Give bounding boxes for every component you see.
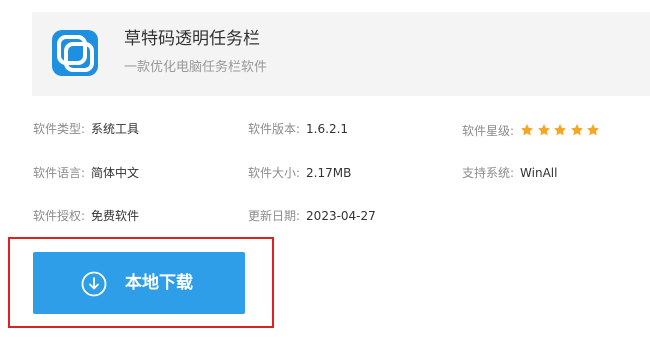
info-value: 系统工具 (91, 122, 140, 136)
info-value: 免费软件 (91, 209, 140, 223)
info-software-type: 软件类型: 系统工具 (33, 121, 139, 137)
download-button-label: 本地下载 (125, 273, 193, 293)
app-header-card: 草特码透明任务栏 一款优化电脑任务栏软件 (32, 12, 650, 96)
local-download-button[interactable]: 本地下载 (33, 252, 245, 314)
star-icon (570, 124, 583, 136)
info-label: 软件大小: (248, 166, 301, 180)
app-logo-icon (52, 30, 98, 76)
info-update-date: 更新日期: 2023-04-27 (248, 208, 376, 224)
info-value: 1.6.2.1 (306, 122, 349, 136)
star-icon (537, 124, 550, 136)
info-software-size: 软件大小: 2.17MB (248, 165, 351, 181)
info-value: 简体中文 (91, 166, 140, 180)
info-value: 2.17MB (306, 166, 352, 180)
info-value: 2023-04-27 (306, 209, 376, 223)
star-icon (587, 124, 600, 136)
info-supported-system: 支持系统: WinAll (462, 165, 557, 181)
info-software-version: 软件版本: 1.6.2.1 (248, 121, 348, 137)
star-icon (521, 124, 533, 136)
info-label: 软件星级: (462, 124, 515, 138)
star-icon (554, 124, 567, 136)
info-value: WinAll (520, 166, 558, 180)
app-title: 草特码透明任务栏 (124, 29, 260, 49)
info-software-language: 软件语言: 简体中文 (33, 165, 139, 181)
info-label: 软件类型: (33, 122, 86, 136)
info-software-license: 软件授权: 免费软件 (33, 208, 139, 224)
info-label: 更新日期: (248, 209, 301, 223)
info-software-rating: 软件星级: (462, 123, 603, 141)
info-label: 支持系统: (462, 166, 515, 180)
app-description: 一款优化电脑任务栏软件 (124, 60, 268, 75)
info-label: 软件授权: (33, 209, 86, 223)
info-label: 软件语言: (33, 166, 86, 180)
download-arrow-icon (81, 271, 107, 297)
info-label: 软件版本: (248, 122, 301, 136)
rating-stars (520, 123, 603, 141)
